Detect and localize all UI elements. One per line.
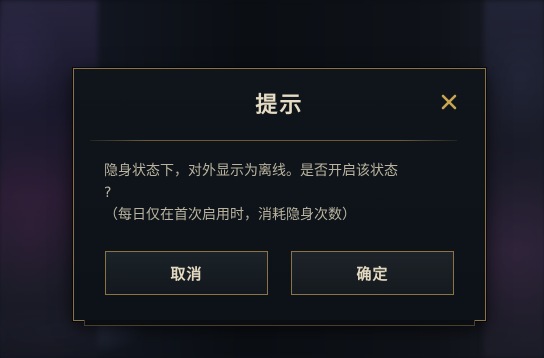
dialog-title: 提示 [255, 93, 304, 118]
cancel-button[interactable]: 取消 [105, 251, 268, 295]
dialog-message: 隐身状态下，对外显示为离线。是否开启该状态 ? （每日仅在首次启用时，消耗隐身次… [104, 160, 460, 226]
message-note: （每日仅在首次启用时，消耗隐身次数） [104, 207, 356, 223]
close-icon [441, 94, 457, 110]
background-right-panel [484, 0, 544, 358]
message-line: ? [104, 185, 112, 201]
prompt-dialog: 提示 隐身状态下，对外显示为离线。是否开启该状态 ? （每日仅在首次启用时，消耗… [73, 68, 486, 326]
close-button[interactable] [438, 91, 460, 113]
confirm-button[interactable]: 确定 [291, 251, 454, 295]
game-screen: 提示 隐身状态下，对外显示为离线。是否开启该状态 ? （每日仅在首次启用时，消耗… [0, 0, 544, 358]
message-line: 隐身状态下，对外显示为离线。是否开启该状态 [104, 163, 398, 179]
title-divider [90, 140, 457, 141]
